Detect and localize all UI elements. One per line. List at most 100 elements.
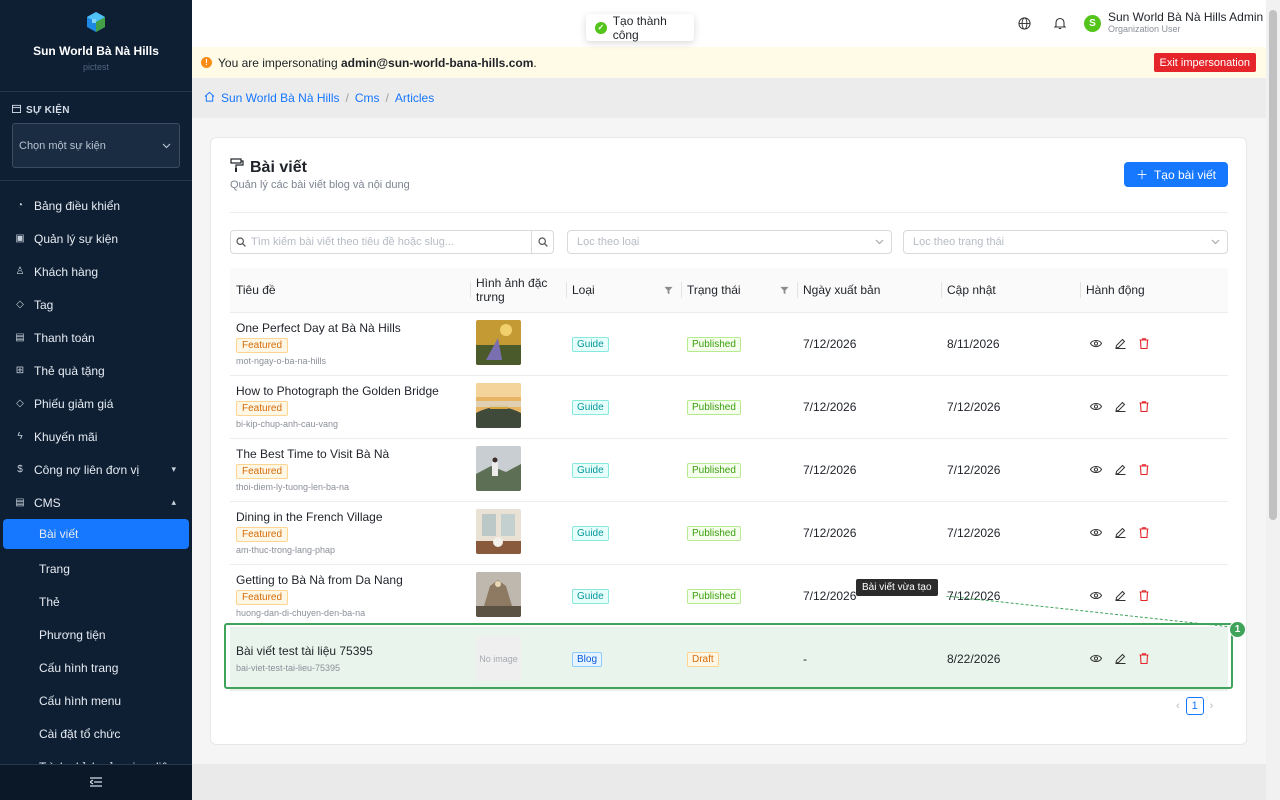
edit-icon[interactable] xyxy=(1114,338,1126,350)
search-input[interactable]: Tìm kiếm bài viết theo tiêu đề hoặc slug… xyxy=(230,230,554,254)
status-tag: Published xyxy=(687,525,741,541)
status-tag: Published xyxy=(687,399,741,415)
article-title[interactable]: Getting to Bà Nà from Da Nang xyxy=(236,573,464,587)
edit-icon[interactable] xyxy=(1114,527,1126,539)
col-type: Loại xyxy=(566,268,681,313)
annotation-number-badge: 1 xyxy=(1229,621,1246,638)
edit-icon[interactable] xyxy=(1114,653,1126,665)
plus-icon: ＋ xyxy=(1135,168,1148,182)
sidebar-sub-tags[interactable]: Thẻ xyxy=(0,585,192,618)
delete-icon[interactable] xyxy=(1138,590,1150,602)
sidebar-item-gift-card[interactable]: ⊞ Thẻ quà tặng xyxy=(0,354,192,387)
next-page-icon[interactable]: › xyxy=(1210,700,1214,712)
article-slug: am-thuc-trong-lang-phap xyxy=(236,545,336,555)
chevron-down-icon: ▾ xyxy=(171,464,176,474)
globe-icon[interactable] xyxy=(1017,16,1031,30)
collapse-sidebar-button[interactable] xyxy=(0,764,192,800)
published-date: 7/12/2026 xyxy=(797,438,941,502)
sidebar-item-debt[interactable]: $ Công nợ liên đơn vị ▾ xyxy=(0,453,192,486)
article-title[interactable]: One Perfect Day at Bà Nà Hills xyxy=(236,321,464,335)
prev-page-icon[interactable]: ‹ xyxy=(1176,700,1180,712)
view-icon[interactable] xyxy=(1090,401,1102,413)
sidebar-sub-articles[interactable]: Bài viết xyxy=(3,519,189,549)
articles-table: Tiêu đề Hình ảnh đặc trưng Loại Trạng th… xyxy=(230,268,1228,691)
filter-icon[interactable] xyxy=(664,284,673,298)
page-number[interactable]: 1 xyxy=(1185,697,1204,715)
sidebar-item-customers[interactable]: ♙ Khách hàng xyxy=(0,255,192,288)
top-header: S Sun World Bà Nà Hills Admin Organizati… xyxy=(192,0,1268,47)
updated-date: 8/11/2026 xyxy=(941,312,1080,376)
bell-icon[interactable] xyxy=(1053,16,1067,30)
type-tag: Guide xyxy=(572,462,609,478)
edit-icon[interactable] xyxy=(1114,464,1126,476)
sidebar-item-payment[interactable]: ▤ Thanh toán xyxy=(0,321,192,354)
published-date: 7/12/2026 xyxy=(797,312,941,376)
logo-icon xyxy=(84,10,108,34)
breadcrumb-articles[interactable]: Articles xyxy=(395,91,434,105)
user-menu[interactable]: S Sun World Bà Nà Hills Admin Organizati… xyxy=(1084,11,1263,35)
search-button[interactable] xyxy=(531,231,553,253)
article-title[interactable]: Bài viết test tài liệu 75395 xyxy=(236,644,464,658)
breadcrumb-org[interactable]: Sun World Bà Nà Hills xyxy=(221,91,340,105)
article-slug: bai-viet-test-tai-lieu-75395 xyxy=(236,663,341,673)
view-icon[interactable] xyxy=(1090,338,1102,350)
article-title[interactable]: How to Photograph the Golden Bridge xyxy=(236,384,464,398)
delete-icon[interactable] xyxy=(1138,653,1150,665)
filter-icon[interactable] xyxy=(780,284,789,298)
delete-icon[interactable] xyxy=(1138,338,1150,350)
featured-badge: Featured xyxy=(236,338,289,353)
brand-sub: pictest xyxy=(82,62,109,72)
pagination: ‹ 1 › xyxy=(1176,697,1213,715)
exit-impersonation-button[interactable]: Exit impersonation xyxy=(1153,53,1256,72)
delete-icon[interactable] xyxy=(1138,464,1150,476)
filter-type-select[interactable]: Lọc theo loại xyxy=(567,230,892,254)
user-name: Sun World Bà Nà Hills Admin xyxy=(1108,10,1264,24)
type-tag: Blog xyxy=(572,651,603,667)
article-slug: huong-dan-di-chuyen-den-ba-na xyxy=(236,608,366,618)
sidebar-item-dashboard[interactable]: ◔ Bảng điều khiển xyxy=(0,189,192,222)
create-article-button[interactable]: ＋ Tạo bài viết xyxy=(1123,162,1228,187)
promotion-icon: ϟ xyxy=(17,431,23,442)
status-tag: Published xyxy=(687,462,741,478)
edit-icon[interactable] xyxy=(1114,401,1126,413)
delete-icon[interactable] xyxy=(1138,401,1150,413)
sidebar-sub-pages[interactable]: Trang xyxy=(0,552,192,585)
sidebar-item-coupon[interactable]: ◇ Phiếu giảm giá xyxy=(0,387,192,420)
sidebar-sub-org-settings[interactable]: Cài đặt tổ chức xyxy=(0,717,192,750)
delete-icon[interactable] xyxy=(1138,527,1150,539)
updated-date: 8/22/2026 xyxy=(941,627,1080,691)
sidebar-item-tag[interactable]: ◇ Tag xyxy=(0,288,192,321)
sidebar-sub-menu-config[interactable]: Cấu hình menu xyxy=(0,684,192,717)
chevron-down-icon xyxy=(875,236,884,248)
view-icon[interactable] xyxy=(1090,653,1102,665)
chevron-down-icon xyxy=(1211,236,1220,248)
table-row: Dining in the French Village Featured am-t… xyxy=(230,501,1228,565)
col-status: Trạng thái xyxy=(681,268,797,313)
view-icon[interactable] xyxy=(1090,590,1102,602)
user-role: Organization User xyxy=(1108,24,1181,34)
featured-badge: Featured xyxy=(236,464,289,479)
sidebar-item-cms[interactable]: ▤ CMS ▴ xyxy=(0,486,192,519)
chevron-down-icon xyxy=(162,140,171,152)
sidebar-sub-page-config[interactable]: Cấu hình trang xyxy=(0,651,192,684)
impersonation-banner: ! You are impersonating admin@sun-world-… xyxy=(192,47,1266,78)
view-icon[interactable] xyxy=(1090,464,1102,476)
view-icon[interactable] xyxy=(1090,527,1102,539)
article-title[interactable]: The Best Time to Visit Bà Nà xyxy=(236,447,464,461)
table-row: The Best Time to Visit Bà Nà Featured thoi… xyxy=(230,438,1228,502)
edit-icon[interactable] xyxy=(1114,590,1126,602)
breadcrumb-cms[interactable]: Cms xyxy=(355,91,380,105)
sidebar-sub-media[interactable]: Phương tiện xyxy=(0,618,192,651)
scrollbar[interactable] xyxy=(1266,0,1280,800)
type-tag: Guide xyxy=(572,525,609,541)
event-select[interactable]: Chọn một sự kiện xyxy=(12,123,180,168)
calendar-icon xyxy=(12,104,21,116)
sidebar-item-events[interactable]: ▣ Quản lý sự kiện xyxy=(0,222,192,255)
filter-status-select[interactable]: Lọc theo trạng thái xyxy=(903,230,1228,254)
annotation-tooltip: Bài viết vừa tạo xyxy=(856,579,938,596)
tag-icon: ◇ xyxy=(16,299,24,310)
gift-icon: ⊞ xyxy=(15,365,25,376)
sidebar: Sun World Bà Nà Hills pictest SỰ KIỆN Ch… xyxy=(0,0,192,800)
sidebar-item-promotion[interactable]: ϟ Khuyến mãi xyxy=(0,420,192,453)
article-title[interactable]: Dining in the French Village xyxy=(236,510,464,524)
